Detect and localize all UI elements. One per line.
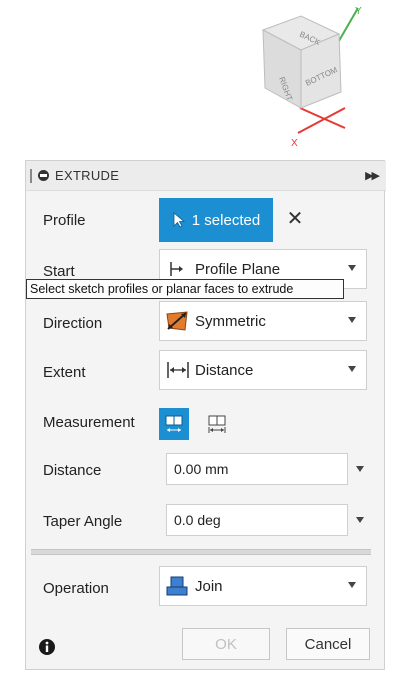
profile-tooltip: Select sketch profiles or planar faces t… bbox=[26, 279, 344, 299]
direction-value: Symmetric bbox=[195, 312, 266, 330]
cancel-button[interactable]: Cancel bbox=[286, 628, 370, 660]
direction-dropdown[interactable]: Symmetric bbox=[159, 301, 367, 341]
taper-angle-menu-caret-icon[interactable] bbox=[356, 517, 364, 523]
operation-label: Operation bbox=[43, 580, 109, 597]
expand-icon[interactable]: ▶▶ bbox=[365, 169, 380, 182]
chevron-down-icon bbox=[348, 265, 356, 271]
info-icon[interactable] bbox=[38, 638, 56, 656]
measure-symmetric-half-icon bbox=[165, 415, 183, 432]
distance-label: Distance bbox=[43, 462, 102, 479]
operation-value: Join bbox=[195, 577, 223, 595]
minus-circle-icon[interactable] bbox=[38, 170, 49, 181]
extrude-dialog: EXTRUDE ▶▶ Profile 1 selected ✕ Start Pr… bbox=[25, 160, 386, 670]
direction-label: Direction bbox=[43, 315, 103, 332]
start-value: Profile Plane bbox=[195, 260, 281, 278]
join-icon bbox=[166, 576, 188, 596]
dialog-header[interactable]: EXTRUDE ▶▶ bbox=[26, 161, 386, 191]
x-axis-line-b bbox=[297, 107, 346, 134]
extent-label: Extent bbox=[43, 364, 86, 381]
viewcube-graphic[interactable]: BACK RIGHT BOTTOM Y X bbox=[255, 0, 375, 150]
start-label: Start bbox=[43, 263, 75, 280]
operation-dropdown[interactable]: Join bbox=[159, 566, 367, 606]
measurement-option-2-button[interactable] bbox=[202, 408, 232, 440]
ok-button[interactable]: OK bbox=[182, 628, 270, 660]
measurement-label: Measurement bbox=[43, 414, 135, 431]
symmetric-icon bbox=[166, 311, 188, 331]
profile-selection-count: 1 selected bbox=[191, 211, 261, 229]
distance-menu-caret-icon[interactable] bbox=[356, 466, 364, 472]
x-axis-label: X bbox=[291, 138, 298, 149]
clear-selection-icon[interactable]: ✕ bbox=[284, 207, 306, 230]
profile-plane-icon bbox=[170, 262, 183, 276]
dialog-title: EXTRUDE bbox=[55, 168, 120, 183]
taper-angle-label: Taper Angle bbox=[43, 513, 123, 530]
measure-symmetric-whole-icon bbox=[208, 415, 226, 433]
chevron-down-icon bbox=[348, 366, 356, 372]
extent-value: Distance bbox=[195, 361, 254, 379]
measurement-option-1-button[interactable] bbox=[159, 408, 189, 440]
distance-input[interactable] bbox=[166, 453, 348, 485]
viewcube[interactable]: BACK RIGHT BOTTOM Y X bbox=[255, 0, 375, 150]
cursor-arrow-icon bbox=[173, 212, 185, 228]
extent-dropdown[interactable]: Distance bbox=[159, 350, 367, 390]
section-divider[interactable] bbox=[31, 549, 371, 555]
y-axis-label: Y bbox=[355, 6, 362, 17]
taper-angle-input[interactable] bbox=[166, 504, 348, 536]
chevron-down-icon bbox=[348, 317, 356, 323]
profile-select-button[interactable]: 1 selected bbox=[159, 198, 273, 242]
distance-icon bbox=[167, 362, 189, 378]
profile-label: Profile bbox=[43, 212, 86, 229]
drag-handle-icon[interactable] bbox=[30, 168, 32, 183]
chevron-down-icon bbox=[348, 582, 356, 588]
